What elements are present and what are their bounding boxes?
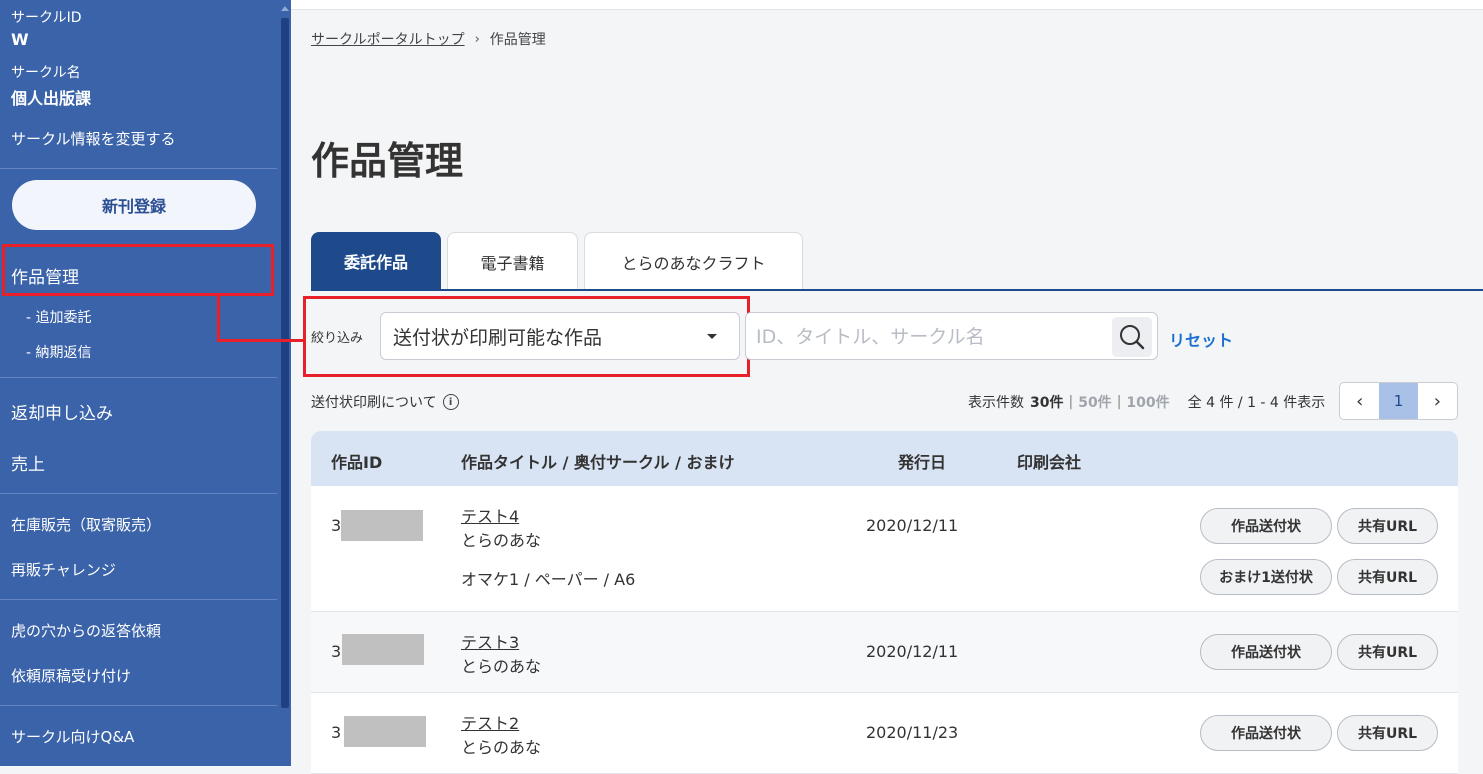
invoice-button[interactable]: 作品送付状 <box>1200 634 1332 670</box>
work-circle: とらのあな <box>461 531 542 550</box>
sidebar-divider <box>0 705 277 706</box>
count-option-100[interactable]: 100件 <box>1126 392 1169 412</box>
omake-invoice-button[interactable]: おまけ1送付状 <box>1200 559 1332 595</box>
publish-date: 2020/12/11 <box>866 642 959 661</box>
count-option-30[interactable]: 30件 <box>1030 392 1063 412</box>
chevron-right-icon: › <box>474 31 480 47</box>
circle-id-value: W <box>11 30 29 49</box>
count-option-50[interactable]: 50件 <box>1078 392 1111 412</box>
tab-tora-craft[interactable]: とらのあなクラフト <box>584 232 803 290</box>
sidebar-divider <box>0 168 277 169</box>
circle-name-label: サークル名 <box>11 65 81 81</box>
sidebar: サークルID W サークル名 個人出版課 サークル情報を変更する 新刊登録 作品… <box>0 0 291 766</box>
new-registration-button[interactable]: 新刊登録 <box>12 180 256 230</box>
search-box <box>745 312 1158 360</box>
omake-info: オマケ1 / ペーパー / A6 <box>461 570 636 589</box>
page-title: 作品管理 <box>311 139 464 183</box>
header-date: 発行日 <box>898 453 947 472</box>
sidebar-item-sales[interactable]: 売上 <box>11 450 45 475</box>
breadcrumb-current: 作品管理 <box>489 32 546 48</box>
edit-circle-info-link[interactable]: サークル情報を変更する <box>11 128 176 149</box>
redacted-id <box>342 634 424 665</box>
circle-name-value: 個人出版課 <box>11 89 92 108</box>
top-bar <box>291 0 1483 10</box>
sidebar-divider <box>0 599 277 600</box>
header-title: 作品タイトル / 奥付サークル / おまけ <box>461 453 735 472</box>
result-summary: 全 4 件 / 1 - 4 件表示 <box>1187 395 1326 411</box>
sidebar-item-additional-consign[interactable]: - 追加委託 <box>26 307 92 327</box>
tab-ebooks[interactable]: 電子書籍 <box>447 232 578 290</box>
chevron-left-icon[interactable]: ‹ <box>1340 383 1379 419</box>
count-separator: | <box>1068 394 1074 410</box>
work-title-link[interactable]: テスト3 <box>461 629 519 653</box>
share-url-button[interactable]: 共有URL <box>1337 715 1438 751</box>
sidebar-scrollbar[interactable] <box>279 0 291 766</box>
share-url-button[interactable]: 共有URL <box>1337 634 1438 670</box>
header-printer: 印刷会社 <box>1017 453 1082 472</box>
redacted-id <box>344 716 426 747</box>
scroll-up-arrow-icon[interactable] <box>281 6 289 11</box>
sidebar-divider <box>0 377 277 378</box>
highlight-connector <box>217 339 305 342</box>
highlight-connector <box>217 296 220 342</box>
invoice-button[interactable]: 作品送付状 <box>1200 508 1332 544</box>
works-table: 作品ID 作品タイトル / 奥付サークル / おまけ 発行日 印刷会社 3 テス… <box>311 431 1458 774</box>
reset-link[interactable]: リセット <box>1169 327 1233 351</box>
breadcrumb-top-link[interactable]: サークルポータルトップ <box>311 29 465 49</box>
redacted-id <box>341 510 423 541</box>
omake-share-url-button[interactable]: 共有URL <box>1337 559 1438 595</box>
display-count-label: 表示件数 <box>968 395 1024 411</box>
header-id: 作品ID <box>331 453 383 472</box>
publish-date: 2020/11/23 <box>866 723 959 742</box>
sidebar-item-return-request[interactable]: 返却申し込み <box>11 399 113 424</box>
table-header: 作品ID 作品タイトル / 奥付サークル / おまけ 発行日 印刷会社 <box>311 431 1458 486</box>
work-circle: とらのあな <box>461 657 542 676</box>
highlight-box-works <box>2 244 274 296</box>
table-row: 3 テスト3 とらのあな 2020/12/11 作品送付状 共有URL <box>311 612 1458 693</box>
highlight-box-filter <box>303 296 750 377</box>
tab-underline <box>311 289 1483 291</box>
invoice-print-info[interactable]: 送付状印刷について i <box>311 392 459 412</box>
work-id-prefix: 3 <box>331 723 342 742</box>
page-number-current[interactable]: 1 <box>1379 383 1418 419</box>
search-icon <box>1120 325 1145 350</box>
work-id-prefix: 3 <box>331 642 342 661</box>
sidebar-item-tora-reply[interactable]: 虎の穴からの返答依頼 <box>11 620 161 641</box>
table-row: 3 テスト4 とらのあな オマケ1 / ペーパー / A6 2020/12/11… <box>311 486 1458 612</box>
invoice-button[interactable]: 作品送付状 <box>1200 715 1332 751</box>
pagination: ‹ 1 › <box>1339 382 1458 420</box>
circle-id-label: サークルID <box>11 10 82 26</box>
chevron-right-icon[interactable]: › <box>1418 383 1457 419</box>
search-input[interactable] <box>754 321 1108 353</box>
tab-consign-works[interactable]: 委託作品 <box>311 232 441 290</box>
invoice-print-info-link[interactable]: 送付状印刷について <box>311 392 437 412</box>
publish-date: 2020/12/11 <box>866 516 959 535</box>
scrollbar-thumb[interactable] <box>281 18 289 708</box>
share-url-button[interactable]: 共有URL <box>1337 508 1438 544</box>
sidebar-item-resale-challenge[interactable]: 再販チャレンジ <box>11 559 116 580</box>
work-id-prefix: 3 <box>331 516 342 535</box>
sidebar-divider <box>0 493 277 494</box>
table-row: 3 テスト2 とらのあな 2020/11/23 作品送付状 共有URL <box>311 693 1458 774</box>
info-icon[interactable]: i <box>442 394 459 410</box>
work-title-link[interactable]: テスト4 <box>461 503 519 527</box>
search-button[interactable] <box>1112 317 1152 357</box>
sidebar-item-delivery-reply[interactable]: - 納期返信 <box>26 342 92 362</box>
sidebar-item-manuscript[interactable]: 依頼原稿受け付け <box>11 665 131 686</box>
breadcrumb: サークルポータルトップ › 作品管理 <box>311 29 546 49</box>
sidebar-item-qa[interactable]: サークル向けQ&A <box>11 726 134 747</box>
work-title-link[interactable]: テスト2 <box>461 710 519 734</box>
work-circle: とらのあな <box>461 738 542 757</box>
display-count: 表示件数 30件 | 50件 | 100件 全 4 件 / 1 - 4 件表示 <box>968 392 1325 412</box>
count-separator: | <box>1116 394 1122 410</box>
sidebar-item-stock-sale[interactable]: 在庫販売（取寄販売） <box>11 514 161 535</box>
